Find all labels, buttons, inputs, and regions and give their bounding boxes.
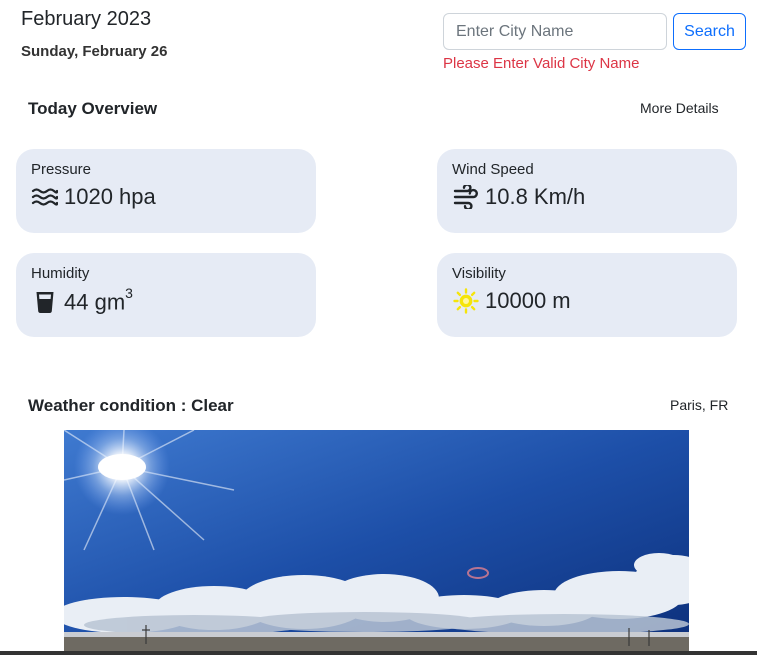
month-year-title: February 2023 <box>21 8 152 30</box>
page-bottom-border <box>0 651 757 655</box>
visibility-card: Visibility 10000 m <box>437 253 737 337</box>
humidity-value: 44 gm3 <box>64 285 133 315</box>
city-search-input[interactable] <box>443 13 667 50</box>
weather-condition-title: Weather condition : Clear <box>28 396 234 415</box>
pressure-value: 1020 hpa <box>64 184 156 209</box>
sun-icon <box>452 288 479 314</box>
humidity-unit-exponent: 3 <box>125 285 133 301</box>
cup-icon <box>31 289 58 315</box>
wind-speed-card: Wind Speed 10.8 Km/h <box>437 149 737 233</box>
overview-title: Today Overview <box>28 99 158 118</box>
water-waves-icon <box>31 184 58 210</box>
pressure-label: Pressure <box>31 161 92 178</box>
visibility-label: Visibility <box>452 265 506 282</box>
visibility-value: 10000 m <box>485 288 571 313</box>
wind-speed-label: Wind Speed <box>452 161 534 178</box>
pressure-card: Pressure 1020 hpa <box>16 149 316 233</box>
location-label: Paris, FR <box>670 397 729 413</box>
humidity-label: Humidity <box>31 265 90 282</box>
validation-error-message: Please Enter Valid City Name <box>443 55 640 72</box>
humidity-card: Humidity 44 gm3 <box>16 253 316 337</box>
weather-condition-image <box>64 430 689 651</box>
search-button[interactable]: Search <box>673 13 746 50</box>
wind-speed-value: 10.8 Km/h <box>485 184 586 209</box>
current-date: Sunday, February 26 <box>21 43 168 60</box>
more-details-link[interactable]: More Details <box>640 100 719 116</box>
wind-icon <box>452 184 479 210</box>
humidity-value-text: 44 gm <box>64 289 126 315</box>
